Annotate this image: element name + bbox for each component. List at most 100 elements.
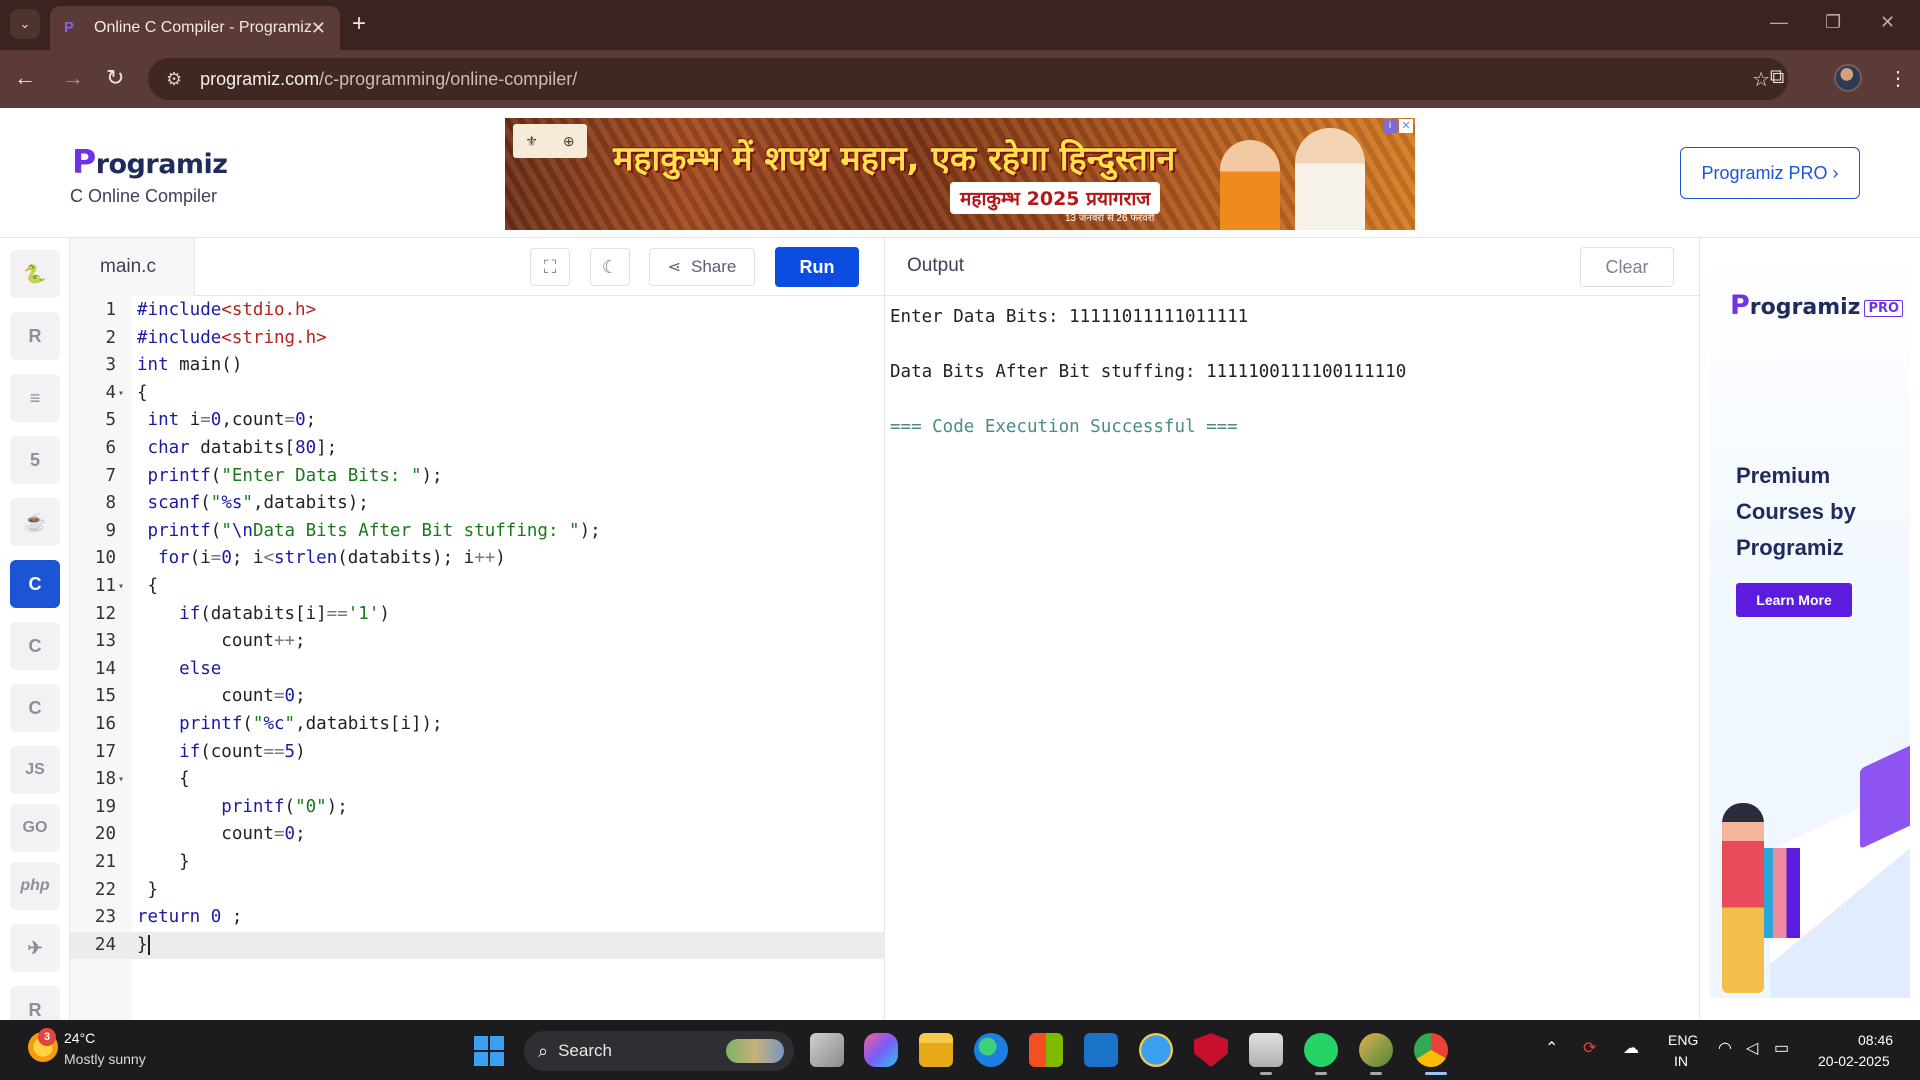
snipping-tool-icon[interactable] bbox=[1249, 1033, 1283, 1067]
weather-temperature[interactable]: 24°C bbox=[64, 1030, 95, 1046]
c-language-icon[interactable]: C bbox=[10, 560, 60, 608]
share-icon: ⋖ bbox=[667, 259, 682, 276]
weather-description[interactable]: Mostly sunny bbox=[64, 1051, 146, 1067]
bookmark-star-icon[interactable]: ☆ bbox=[1752, 67, 1770, 92]
browser-tabstrip: ⌄ P Online C Compiler - Programiz ✕ + — … bbox=[0, 0, 1920, 50]
rust-icon[interactable]: R bbox=[10, 986, 60, 1020]
running-indicator bbox=[1370, 1072, 1382, 1075]
tab-title: Online C Compiler - Programiz bbox=[94, 19, 311, 36]
code-line: 8 scanf("%s",databits); bbox=[105, 493, 369, 514]
code-line: 18 ▾ { bbox=[70, 766, 885, 794]
site-info-icon[interactable]: ⚙ bbox=[166, 69, 182, 90]
whatsapp-icon[interactable] bbox=[1304, 1033, 1338, 1067]
csharp-icon[interactable]: C bbox=[10, 684, 60, 732]
page-subtitle: C Online Compiler bbox=[70, 186, 218, 206]
code-line: 12 if(databits[i]=='1') bbox=[94, 603, 390, 624]
region-indicator[interactable]: IN bbox=[1674, 1053, 1688, 1069]
java-icon[interactable]: ☕ bbox=[10, 498, 60, 546]
minimize-icon[interactable]: — bbox=[1770, 12, 1788, 33]
microsoft-store-icon[interactable] bbox=[1029, 1033, 1063, 1067]
php-icon[interactable]: php bbox=[10, 862, 60, 910]
running-indicator bbox=[1315, 1072, 1327, 1075]
clear-button[interactable]: Clear bbox=[1580, 247, 1674, 287]
copilot-icon[interactable] bbox=[864, 1033, 898, 1067]
ad-illustration-books bbox=[1760, 848, 1800, 938]
close-window-icon[interactable]: ✕ bbox=[1880, 12, 1895, 33]
output-pane: Output Clear Enter Data Bits: 1111101111… bbox=[885, 238, 1700, 1020]
file-explorer-icon[interactable] bbox=[919, 1033, 953, 1067]
windows-taskbar: 3 24°C Mostly sunny ⌕ Search ⌃ ⟳ ☁ ENG I… bbox=[0, 1020, 1920, 1080]
ad-close-icon[interactable]: ✕ bbox=[1399, 119, 1413, 133]
swift-icon[interactable]: ✈ bbox=[10, 924, 60, 972]
code-line: 10 for(i=0; i<strlen(databits); i++) bbox=[94, 548, 506, 569]
share-button[interactable]: ⋖ Share bbox=[649, 248, 755, 286]
battery-icon[interactable]: ▭ bbox=[1774, 1038, 1789, 1058]
ad-info-icon[interactable]: i bbox=[1383, 119, 1397, 133]
dark-mode-moon-icon[interactable]: ☾ bbox=[590, 248, 630, 286]
task-view-icon[interactable] bbox=[810, 1033, 844, 1067]
go-icon[interactable]: GO bbox=[10, 804, 60, 852]
file-tab-main-c[interactable]: main.c bbox=[70, 238, 195, 296]
onedrive-icon[interactable]: ☁ bbox=[1623, 1038, 1639, 1058]
profile-avatar[interactable] bbox=[1834, 64, 1862, 92]
search-highlight-art bbox=[726, 1039, 784, 1063]
fold-arrow-icon[interactable]: ▾ bbox=[118, 380, 124, 408]
language-indicator[interactable]: ENG bbox=[1668, 1032, 1698, 1048]
back-icon[interactable]: ← bbox=[14, 64, 36, 92]
code-line: 17 if(count==5) bbox=[94, 741, 306, 762]
code-line: 19 printf("0"); bbox=[94, 796, 348, 817]
sync-icon[interactable]: ⟳ bbox=[1583, 1038, 1596, 1058]
url-host: programiz.com bbox=[200, 68, 320, 89]
app-icon[interactable] bbox=[1359, 1033, 1393, 1067]
side-ad-headline: Premium Courses by Programiz bbox=[1736, 463, 1856, 560]
new-tab-icon[interactable]: + bbox=[352, 11, 366, 37]
code-input-area[interactable]: 1 #include<stdio.h> 2 #include<string.h> 3… bbox=[70, 296, 885, 1020]
windows-start-icon[interactable] bbox=[474, 1036, 504, 1066]
extensions-icon[interactable]: ⧉ bbox=[1770, 66, 1784, 89]
reload-icon[interactable]: ↻ bbox=[106, 64, 124, 92]
myhp-icon[interactable] bbox=[1084, 1033, 1118, 1067]
clock-time[interactable]: 08:46 bbox=[1858, 1032, 1893, 1048]
run-button[interactable]: Run bbox=[775, 247, 859, 287]
forward-icon[interactable]: → bbox=[62, 64, 84, 92]
ad-dates: 13 जनवरी से 26 फरवरी bbox=[1065, 213, 1155, 224]
chrome-icon[interactable] bbox=[1414, 1033, 1448, 1067]
ad-emblem-icon: ⚜ ⊕ bbox=[513, 124, 587, 158]
fold-arrow-icon[interactable]: ▾ bbox=[118, 573, 124, 601]
python-icon[interactable]: 🐍 bbox=[10, 250, 60, 298]
programiz-pro-side-ad[interactable]: Programiz PRO Premium Courses by Programi… bbox=[1710, 248, 1910, 998]
fold-arrow-icon[interactable]: ▾ bbox=[118, 766, 124, 794]
code-line: 23 return 0 ; bbox=[94, 907, 243, 928]
fullscreen-icon[interactable]: ⛶ bbox=[530, 248, 570, 286]
wifi-icon[interactable]: ◠ bbox=[1718, 1038, 1732, 1058]
code-line: 4 ▾{ bbox=[70, 380, 885, 408]
volume-icon[interactable]: ◁ bbox=[1746, 1038, 1758, 1058]
browser-tab[interactable]: P Online C Compiler - Programiz ✕ bbox=[50, 6, 340, 50]
cpp-icon[interactable]: C bbox=[10, 622, 60, 670]
address-bar[interactable]: ⚙ programiz.com/c-programming/online-com… bbox=[148, 58, 1788, 100]
code-line-active: 24} bbox=[70, 931, 885, 960]
learn-more-button[interactable]: Learn More bbox=[1736, 583, 1852, 617]
show-hidden-icons-chevron-icon[interactable]: ⌃ bbox=[1545, 1038, 1558, 1058]
side-ad-logo: Programiz PRO bbox=[1730, 290, 1904, 321]
sql-database-icon[interactable]: ≡ bbox=[10, 374, 60, 422]
edge-browser-icon[interactable] bbox=[974, 1033, 1008, 1067]
pro-badge: PRO bbox=[1864, 299, 1904, 317]
close-tab-icon[interactable]: ✕ bbox=[311, 18, 326, 39]
code-line: 16 printf("%c",databits[i]); bbox=[94, 714, 443, 734]
taskbar-search[interactable]: ⌕ Search bbox=[524, 1031, 794, 1071]
code-line: 15 count=0; bbox=[94, 686, 306, 707]
restore-icon[interactable]: ❐ bbox=[1825, 12, 1841, 33]
programiz-logo[interactable]: Programiz bbox=[72, 142, 228, 181]
tab-search-button[interactable]: ⌄ bbox=[10, 9, 40, 39]
help-icon[interactable] bbox=[1139, 1033, 1173, 1067]
mcafee-icon[interactable] bbox=[1194, 1033, 1228, 1067]
html5-icon[interactable]: 5 bbox=[10, 436, 60, 484]
programiz-pro-button[interactable]: Programiz PRO › bbox=[1680, 147, 1860, 199]
ad-banner[interactable]: ⚜ ⊕ महाकुम्भ में शपथ महान, एक रहेगा हिन्द… bbox=[505, 118, 1415, 230]
search-placeholder: Search bbox=[558, 1041, 612, 1060]
r-language-icon[interactable]: R bbox=[10, 312, 60, 360]
clock-date[interactable]: 20-02-2025 bbox=[1818, 1053, 1890, 1069]
browser-menu-icon[interactable]: ⋮ bbox=[1888, 66, 1908, 91]
javascript-icon[interactable]: JS bbox=[10, 746, 60, 794]
